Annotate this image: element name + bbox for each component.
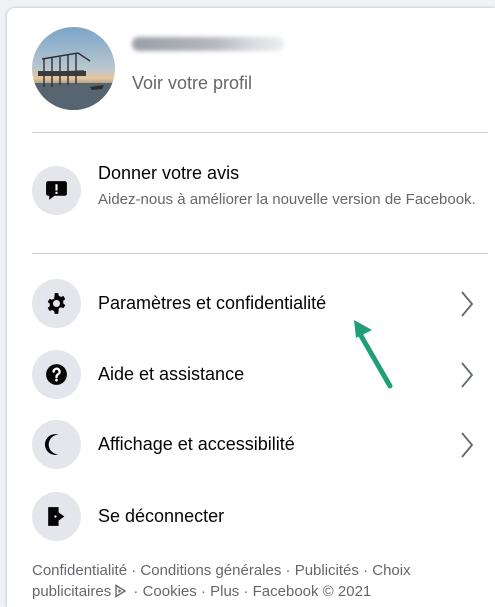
footer-separator: · xyxy=(196,583,211,600)
chevron-right-icon xyxy=(461,291,474,317)
display-accessibility-item[interactable]: Affichage et accessibilité xyxy=(32,420,495,470)
profile-name-blurred xyxy=(132,37,284,51)
account-menu-panel: Voir votre profil Donner votre avis Aide… xyxy=(7,8,495,607)
footer-separator: · xyxy=(129,583,143,600)
footer-privacy-link[interactable]: Confidentialité xyxy=(32,562,127,579)
footer-separator: · xyxy=(281,562,295,579)
avatar[interactable] xyxy=(32,27,115,110)
footer-terms-link[interactable]: Conditions générales xyxy=(140,562,281,579)
footer-cookies-link[interactable]: Cookies xyxy=(143,583,197,600)
footer-ads-link[interactable]: Publicités xyxy=(295,562,359,579)
gear-icon xyxy=(32,279,81,328)
chevron-right-icon xyxy=(461,432,474,458)
divider xyxy=(32,253,488,254)
view-profile-label: Voir votre profil xyxy=(132,73,253,93)
footer-links: Confidentialité · Conditions générales ·… xyxy=(32,560,492,602)
feedback-icon xyxy=(32,166,81,215)
menu-item-label: Aide et assistance xyxy=(98,364,245,384)
chevron-right-icon xyxy=(461,362,474,388)
divider xyxy=(32,132,488,133)
help-icon xyxy=(32,350,81,399)
footer-separator: · xyxy=(239,583,253,600)
footer-copyright: Facebook © 2021 xyxy=(252,583,372,600)
menu-item-label: Se déconnecter xyxy=(98,506,225,526)
footer-separator: · xyxy=(127,562,141,579)
ad-choices-icon xyxy=(115,584,127,598)
menu-item-label: Paramètres et confidentialité xyxy=(98,293,327,313)
footer-more-link[interactable]: Plus xyxy=(210,583,239,600)
give-feedback-item[interactable]: Donner votre avis Aidez-nous à améliorer… xyxy=(32,162,495,242)
logout-icon xyxy=(32,492,81,541)
help-support-item[interactable]: Aide et assistance xyxy=(32,350,495,400)
footer-separator: · xyxy=(358,562,373,579)
feedback-subtitle: Aidez-nous à améliorer la nouvelle versi… xyxy=(98,191,476,208)
settings-privacy-item[interactable]: Paramètres et confidentialité xyxy=(32,279,495,329)
menu-item-label: Affichage et accessibilité xyxy=(98,434,295,454)
logout-item[interactable]: Se déconnecter xyxy=(32,492,495,542)
moon-icon xyxy=(32,420,81,469)
annotation-arrow xyxy=(354,320,393,389)
feedback-title: Donner votre avis xyxy=(98,163,240,183)
profile-link[interactable]: Voir votre profil xyxy=(32,27,487,111)
